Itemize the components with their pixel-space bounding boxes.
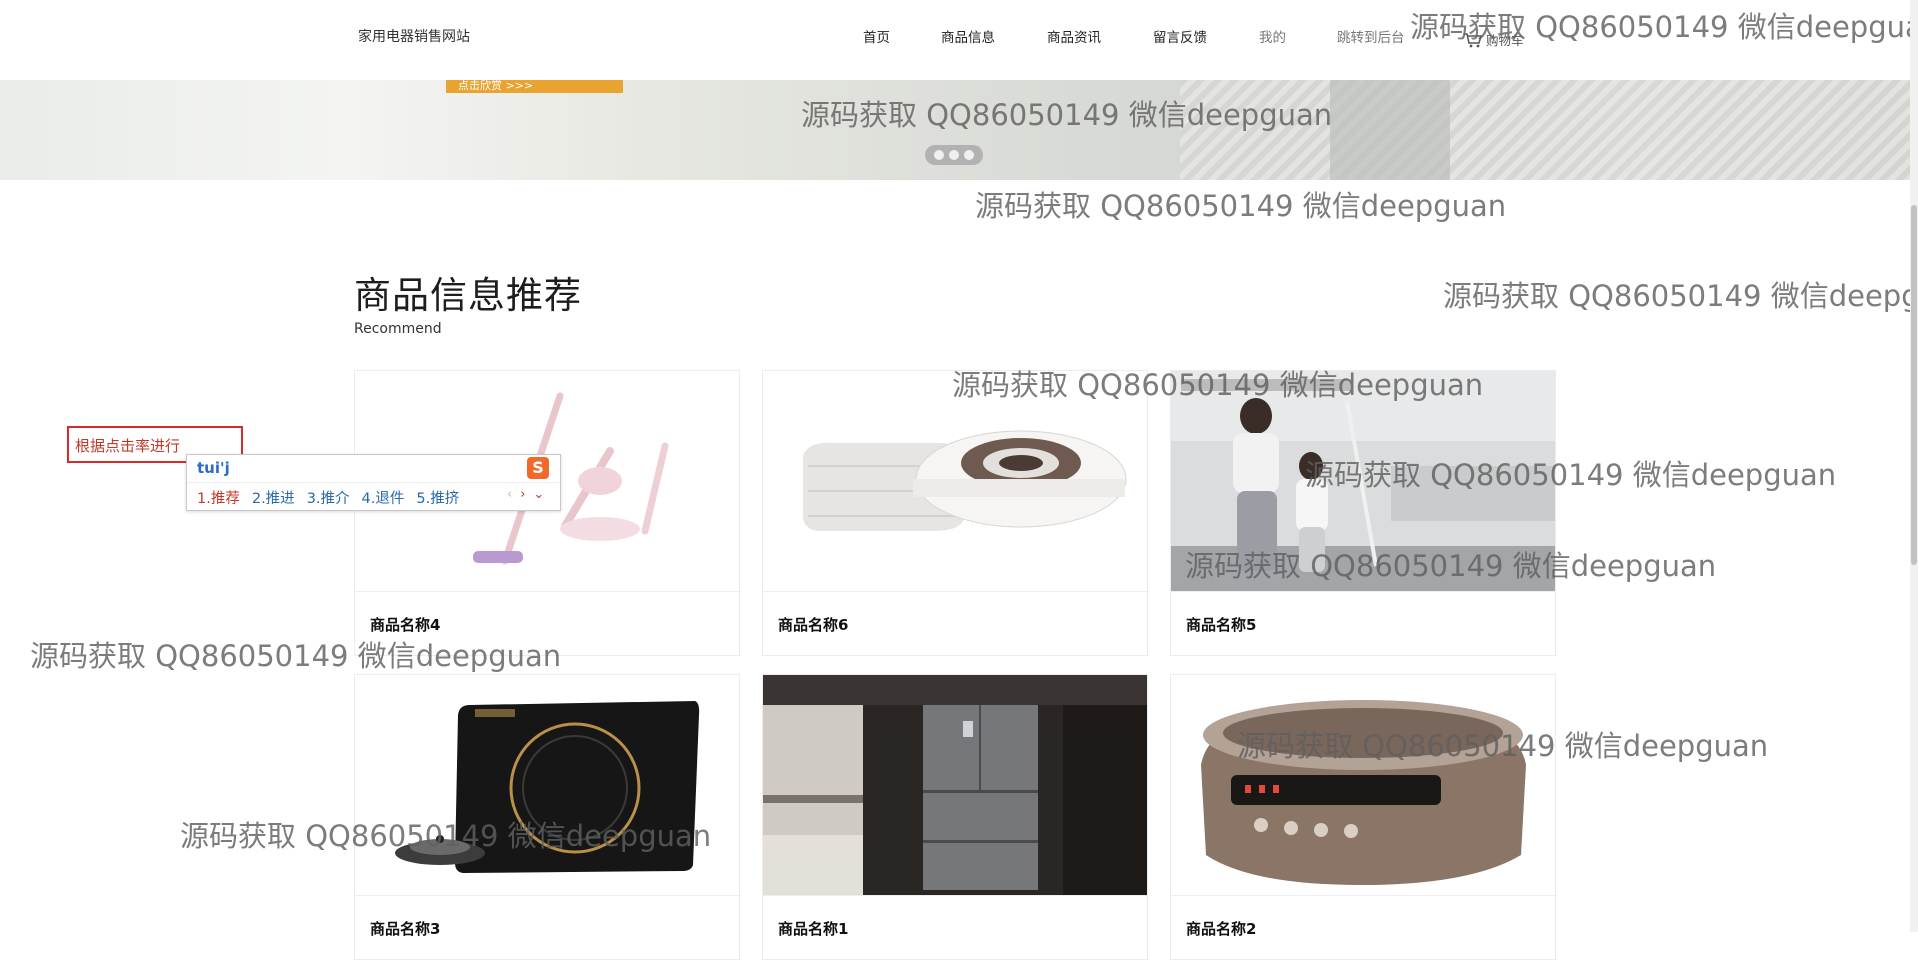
carousel-dot-2[interactable] [949, 150, 959, 160]
ime-candidates: 1.推荐 2.推进 3.推介 4.退件 5.推挤 [197, 487, 459, 508]
site-brand[interactable]: 家用电器销售网站 [358, 26, 470, 46]
scrollbar-thumb[interactable] [1911, 205, 1917, 565]
product-name[interactable]: 商品名称1 [778, 918, 848, 939]
recommendation-input-text: 根据点击率进行 [75, 437, 181, 455]
product-name[interactable]: 商品名称4 [370, 614, 440, 635]
cart-icon [1464, 32, 1482, 47]
product-name[interactable]: 商品名称6 [778, 614, 848, 635]
nav-products[interactable]: 商品信息 [941, 26, 995, 46]
watermark: 源码获取 QQ86050149 微信deepguan [975, 189, 1507, 223]
ime-candidate-3[interactable]: 3.推介 [307, 487, 350, 508]
card-divider [1171, 895, 1555, 896]
nav-feedback[interactable]: 留言反馈 [1153, 26, 1207, 46]
product-name[interactable]: 商品名称2 [1186, 918, 1256, 939]
nav-news[interactable]: 商品资讯 [1047, 26, 1101, 46]
nav-mine[interactable]: 我的 [1259, 26, 1286, 46]
card-divider [763, 895, 1147, 896]
banner-cta-button[interactable]: 点击欣赏 >>> [446, 80, 623, 93]
ime-composition: tui'j [197, 459, 230, 477]
carousel-indicators [925, 145, 983, 165]
ime-candidate-4[interactable]: 4.退件 [362, 487, 405, 508]
product-card[interactable]: 商品名称3 [354, 674, 740, 960]
product-card[interactable]: 商品名称1 [762, 674, 1148, 960]
ime-logo-icon: S [527, 457, 549, 479]
card-divider [763, 591, 1147, 592]
ime-candidate-1[interactable]: 1.推荐 [197, 487, 240, 508]
card-divider [1171, 591, 1555, 592]
product-image[interactable] [1171, 675, 1555, 895]
ime-expand-icon[interactable]: ⌄ [533, 487, 544, 502]
product-name[interactable]: 商品名称5 [1186, 614, 1256, 635]
section-subtitle: Recommend [354, 321, 442, 337]
section-title: 商品信息推荐 [354, 274, 582, 317]
ime-prev-icon[interactable]: ‹ [507, 487, 512, 502]
watermark: 源码获取 QQ86050149 微信deepguan [1443, 279, 1918, 313]
carousel-dot-1[interactable] [934, 150, 944, 160]
ime-divider [187, 482, 560, 483]
cart-link[interactable]: 购物车 [1463, 30, 1524, 49]
ime-next-icon[interactable]: › [520, 487, 525, 502]
nav-home[interactable]: 首页 [863, 26, 890, 46]
product-name[interactable]: 商品名称3 [370, 918, 440, 939]
ime-candidate-2[interactable]: 2.推进 [252, 487, 295, 508]
product-card[interactable]: 商品名称4 [354, 370, 740, 656]
product-card[interactable]: 商品名称6 [762, 370, 1148, 656]
banner-decoration [1330, 80, 1450, 180]
product-card[interactable]: 商品名称5 [1170, 370, 1556, 656]
product-image[interactable] [763, 371, 1147, 591]
ime-candidate-window[interactable]: tui'j S 1.推荐 2.推进 3.推介 4.退件 5.推挤 ‹ › ⌄ [186, 454, 561, 511]
product-image[interactable] [355, 675, 739, 895]
product-image[interactable] [1171, 371, 1555, 591]
card-divider [355, 591, 739, 592]
top-navigation-bar: 家用电器销售网站 首页 商品信息 商品资讯 留言反馈 我的 跳转到后台 购物车 [0, 0, 1918, 80]
ime-candidate-5[interactable]: 5.推挤 [416, 487, 459, 508]
ime-pager: ‹ › ⌄ [507, 487, 544, 502]
cart-label: 购物车 [1486, 33, 1524, 48]
nav-admin[interactable]: 跳转到后台 [1337, 26, 1405, 46]
carousel-dot-3[interactable] [964, 150, 974, 160]
product-card[interactable]: 商品名称2 [1170, 674, 1556, 960]
banner-carousel[interactable]: 点击欣赏 >>> [0, 80, 1910, 180]
product-image[interactable] [763, 675, 1147, 895]
card-divider [355, 895, 739, 896]
banner-background-image [1180, 80, 1910, 180]
